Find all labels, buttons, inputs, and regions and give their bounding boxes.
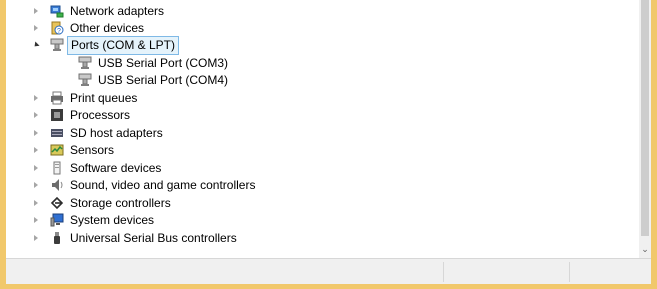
vertical-scrollbar[interactable]: ⌄: [639, 0, 651, 258]
tree-item-label: Software devices: [70, 161, 162, 175]
expand-arrow-icon[interactable]: [34, 182, 38, 188]
port-icon: [78, 56, 92, 69]
computer-icon: [50, 213, 64, 227]
expand-arrow-icon[interactable]: [34, 130, 38, 136]
tree-item-label: SD host adapters: [70, 126, 163, 140]
expand-arrow-icon[interactable]: [34, 25, 38, 31]
expand-arrow-icon[interactable]: [34, 235, 38, 241]
port-icon: [50, 38, 64, 51]
status-pane: [569, 262, 652, 282]
network-adapter-icon: [50, 5, 64, 18]
printer-icon: [51, 91, 63, 105]
tree-item-label: Sensors: [70, 143, 115, 157]
expand-arrow-icon[interactable]: [34, 165, 38, 171]
tree-item-label: Other devices: [70, 21, 145, 35]
tree-item-label: Network adapters: [70, 4, 165, 18]
unknown-device-icon: ?: [51, 21, 64, 35]
port-icon: [78, 73, 92, 86]
status-bar: [6, 258, 651, 284]
collapse-arrow-icon[interactable]: [32, 41, 40, 49]
storage-controller-icon: [50, 196, 64, 210]
expand-arrow-icon[interactable]: [34, 147, 38, 153]
tree-item-label: Sound, video and game controllers: [70, 178, 256, 192]
tree-item-label: USB Serial Port (COM3): [98, 56, 229, 70]
status-pane: [443, 262, 570, 282]
device-manager-window: Network adapters ? Other devices Ports (…: [6, 0, 651, 284]
expand-arrow-icon[interactable]: [34, 217, 38, 223]
scroll-down-arrow-icon[interactable]: ⌄: [640, 244, 650, 254]
tree-item-label: Universal Serial Bus controllers: [70, 231, 237, 245]
scrollbar-thumb[interactable]: [641, 0, 649, 236]
tree-item-label: System devices: [70, 213, 155, 227]
sd-host-adapter-icon: [51, 129, 63, 137]
sensor-icon: [50, 144, 64, 156]
tree-item-label: USB Serial Port (COM4): [98, 73, 229, 87]
expand-arrow-icon[interactable]: [34, 200, 38, 206]
usb-plug-icon: [54, 232, 60, 244]
expand-arrow-icon[interactable]: [34, 8, 38, 14]
tree-item-label: Processors: [70, 108, 131, 122]
expand-arrow-icon[interactable]: [34, 95, 38, 101]
tree-item-label: Ports (COM & LPT): [67, 36, 180, 55]
processor-icon: [51, 109, 63, 121]
device-tree: Network adapters ? Other devices Ports (…: [6, 0, 639, 258]
expand-arrow-icon[interactable]: [34, 112, 38, 118]
software-device-icon: [53, 161, 61, 175]
tree-item-label: Print queues: [70, 91, 138, 105]
svg-text:?: ?: [57, 28, 61, 35]
tree-item-label: Storage controllers: [70, 196, 171, 210]
speaker-icon: [52, 179, 63, 191]
